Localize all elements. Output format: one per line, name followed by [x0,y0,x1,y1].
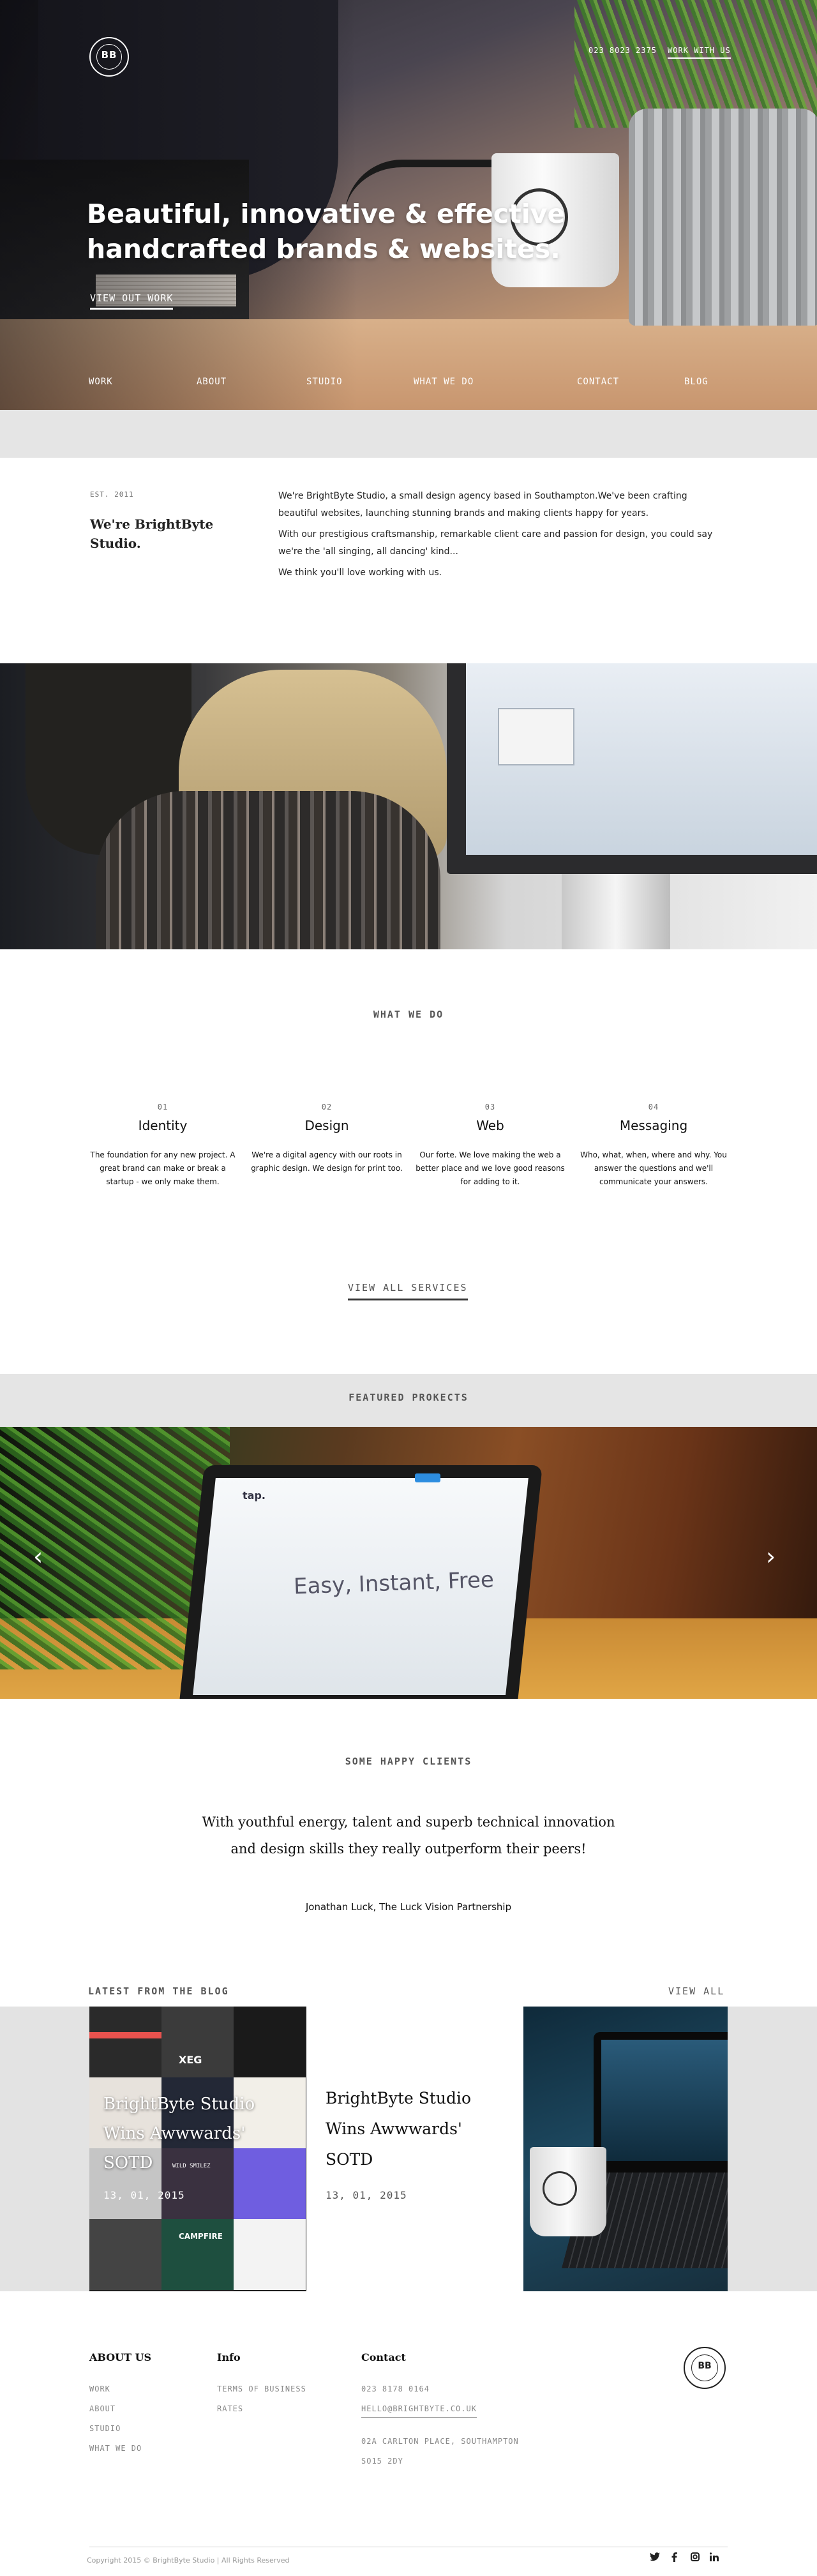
intro-copy: We're BrightByte Studio, a small design … [278,488,725,585]
team-photo-shirt [96,791,440,949]
service-number: 01 [157,1103,169,1111]
nav-contact[interactable]: CONTACT [577,377,619,387]
nav-about[interactable]: ABOUT [197,377,227,387]
footer-link-terms[interactable]: TERMS OF BUSINESS [217,2384,306,2393]
blog-section-title: LATEST FROM THE BLOG [88,1985,229,1997]
facebook-icon[interactable] [671,2552,677,2565]
service-name: Design [304,1118,349,1133]
linkedin-icon[interactable] [709,2552,719,2564]
hero-section: BB 023 8023 2375 WORK WITH US Beautiful,… [0,0,817,410]
footer-info-heading: Info [217,2351,241,2363]
work-with-us-link[interactable]: WORK WITH US [668,46,731,59]
blog-card-date: 13, 01, 2015 [103,2189,185,2201]
blog-card-featured[interactable]: XEG WILD SMILEZ CAMPFIRE BrightByte Stud… [89,2007,306,2291]
nav-blog[interactable]: BLOG [684,377,708,387]
instagram-icon[interactable] [691,2552,700,2564]
team-photo-stand [562,874,670,949]
hero-title-line-1: Beautiful, innovative & effective [87,199,566,229]
footer-logo[interactable]: BB [684,2347,726,2389]
footer-link-about[interactable]: ABOUT [89,2404,116,2413]
testimonial-quote: With youthful energy, talent and superb … [153,1809,664,1862]
service-web: 03 Web Our forte. We love making the web… [414,1103,567,1189]
quote-line-1: With youthful energy, talent and superb … [202,1814,615,1830]
what-we-do-title: WHAT WE DO [373,1009,444,1020]
service-description: We're a digital agency with our roots in… [251,1150,403,1173]
collage-tile [234,2007,306,2077]
service-design: 02 Design We're a digital agency with ou… [250,1103,403,1175]
collage-tile [89,2219,161,2290]
collage-label-campfire: CAMPFIRE [179,2232,223,2241]
footer-link-work[interactable]: WORK [89,2384,110,2393]
nav-what-we-do[interactable]: WHAT WE DO [414,377,474,387]
footer-about-heading: ABOUT US [89,2351,152,2363]
blog-card-title: BrightByte Studio Wins Awwwards' SOTD [326,2089,472,2169]
blog-card-date: 13, 01, 2015 [326,2189,407,2201]
footer-email-link[interactable]: HELLO@BRIGHTBYTE.CO.UK [361,2404,477,2418]
intro-paragraph: We're BrightByte Studio, a small design … [278,491,687,518]
intro-paragraph: With our prestigious craftsmanship, rema… [278,529,713,557]
intro-heading: We're BrightByte Studio. [90,516,214,551]
header-phone[interactable]: 023 8023 2375 [588,46,657,55]
service-messaging: 04 Messaging Who, what, when, where and … [577,1103,730,1189]
featured-project-slide[interactable] [0,1427,817,1699]
hero-title-line-2: handcrafted brands & websites. [87,234,560,264]
service-name: Web [476,1118,504,1133]
blog-card-post[interactable]: BrightByte Studio Wins Awwwards' SOTD 13… [306,2007,523,2291]
collage-tile [161,2219,234,2290]
blog-card-image[interactable] [523,2007,728,2291]
footer-contact-heading: Contact [361,2351,406,2363]
footer-address-line-2: SO15 2DY [361,2457,403,2466]
view-work-button[interactable]: VIEW OUT WORK [90,292,174,310]
hero-title: Beautiful, innovative & effective handcr… [87,197,572,267]
blog-card-title: BrightByte Studio Wins Awwwards' SOTD [103,2095,255,2173]
copyright-text: Copyright 2015 © BrightByte Studio | All… [87,2556,290,2565]
nav-studio[interactable]: STUDIO [306,377,343,387]
quote-line-2: and design skills they really outperform… [230,1841,587,1857]
service-number: 02 [321,1103,333,1111]
team-photo-window [498,708,574,765]
service-description: Who, what, when, where and why. You answ… [580,1150,727,1186]
collage-label-xeg: XEG [179,2054,202,2066]
screen-button [415,1473,440,1482]
happy-clients-title: SOME HAPPY CLIENTS [345,1756,472,1767]
logo-text: BB [101,49,117,61]
service-identity: 01 Identity The foundation for any new p… [86,1103,239,1189]
footer-link-what-we-do[interactable]: WHAT WE DO [89,2444,142,2453]
twitter-icon[interactable] [650,2552,660,2564]
intro-paragraph: We think you'll love working with us. [278,568,442,578]
service-number: 03 [484,1103,496,1111]
collage-tile [234,2219,306,2290]
site-logo[interactable]: BB [89,37,129,77]
collage-tile [89,2007,161,2077]
footer-address-line-1: 02A CARLTON PLACE, SOUTHAMPTON [361,2437,519,2446]
screen-logo: tap. [243,1489,266,1502]
blog-photo-screen [601,2040,728,2161]
team-photo [0,663,817,949]
collage-accent-stripe [89,2032,161,2038]
slider-prev-icon[interactable]: ‹ [33,1544,43,1569]
service-description: The foundation for any new project. A gr… [90,1150,236,1186]
spacer-band [0,410,817,458]
service-number: 04 [648,1103,659,1111]
view-all-services-link[interactable]: VIEW ALL SERVICES [348,1282,468,1300]
testimonial-author: Jonathan Luck, The Luck Vision Partnersh… [305,1901,512,1913]
footer-phone[interactable]: 023 8178 0164 [361,2384,430,2393]
nav-work[interactable]: WORK [89,377,113,387]
featured-projects-title: FEATURED PROKECTS [349,1392,468,1403]
service-name: Identity [138,1118,188,1133]
blog-view-all-link[interactable]: VIEW ALL [668,1985,724,1997]
collage-tile [161,2007,234,2077]
blog-mug-logo [543,2171,577,2206]
slider-next-icon[interactable]: › [766,1544,776,1569]
hero-photo-plant-pot [629,109,817,326]
service-name: Messaging [619,1118,688,1133]
footer-link-studio[interactable]: STUDIO [89,2424,121,2433]
service-description: Our forte. We love making the web a bett… [416,1150,565,1186]
footer-link-rates[interactable]: RATES [217,2404,243,2413]
footer-logo-text: BB [698,2361,712,2371]
est-label: EST. 2011 [90,490,134,499]
